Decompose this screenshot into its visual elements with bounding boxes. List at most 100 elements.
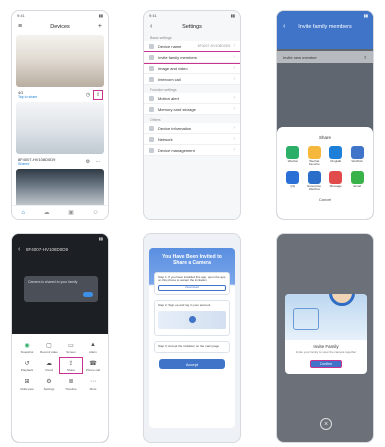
function-item[interactable]: ▢ Record video [38,340,60,354]
invitation-card: You Have Been Invited to Share a Camera … [149,248,235,428]
battery-icon: ▮▮ [98,13,103,18]
share-app[interactable]: Email [348,170,368,192]
more-icon: ⋯ [90,379,96,386]
more-icon[interactable]: ⋯ [94,158,102,166]
camera-sub: Shared [18,162,30,166]
camera-sub[interactable]: Tap to share [18,95,37,99]
header: ‹ 8F4007-HV108D0D9 [12,243,108,256]
function-item[interactable]: ↺ Playback [16,358,38,372]
tab-album[interactable]: ▣ [68,209,74,216]
function-item[interactable]: ☎ Phone call [82,358,104,372]
chevron-right-icon: › [233,95,235,101]
share-app[interactable]: Dingtalk [326,146,346,167]
app-label: Wechat Favorite [308,159,320,167]
page-title: Settings [182,23,202,30]
chevron-right-icon: › [233,147,235,153]
app-label: Email [353,183,361,188]
function-item[interactable]: ▭ Screen [60,340,82,354]
cancel-button[interactable]: Cancel [277,197,373,202]
function-label: More [89,386,97,391]
settings-item-image-video[interactable]: Image and video › [144,63,240,74]
settings-item-intercom[interactable]: Intercom call › [144,74,240,85]
section-title: Others [150,118,161,122]
back-icon[interactable]: ‹ [18,246,20,253]
tab-cloud[interactable]: ☁ [44,209,50,216]
function-label: Share [66,368,75,373]
function-item[interactable]: ⊞ Multi-view [16,377,38,391]
function-label: Alarm [89,350,97,354]
confirm-button[interactable]: Confirm [310,359,342,368]
chevron-right-icon: › [233,106,235,112]
status-bar: 9:41 ▮▮ [12,11,108,20]
email-icon [350,170,364,184]
function-label: Screen [66,350,76,354]
item-label: Invite family members [158,54,197,60]
function-panel: ◉ Snapshot ▢ Record video ▭ Screen ▲ Alarm ↺… [12,334,108,442]
function-item[interactable]: ≣ Timeline [60,377,82,391]
share-app[interactable]: Enterprise WeChat [305,170,325,192]
settings-item-invite-family[interactable]: Invite family members › [144,51,240,64]
invite-row[interactable]: Invite new member ⇪ [277,51,373,63]
battery-icon: ▮▮ [363,13,368,18]
header: ‹ Invite family members [277,20,373,33]
item-label: Device name [158,43,182,49]
function-item[interactable]: ◉ Snapshot [16,340,38,354]
menu-icon[interactable]: ≡ [18,23,22,30]
battery-icon: ▮▮ [98,236,103,241]
camera-icon [293,308,319,330]
invitation-step: Step 3: Accept the invitation on the mai… [154,341,230,354]
live-view-area: ▮▮ ‹ 8F4007-HV108D0D9 Camera is shared t… [12,234,108,336]
share-icon[interactable]: ⇪ [364,55,367,60]
share-sheet: Share Wechat Wechat Favorite Dingtalk We… [277,127,373,219]
close-icon[interactable]: × [320,418,332,430]
function-item[interactable]: ⚙ Settings [38,377,60,391]
section-title: Function settings [150,88,177,92]
settings-icon[interactable]: ⚙ [84,158,92,166]
phone-screen-devices: 9:41 ▮▮ ≡ Devices + 4G Tap to share ◷ ⇪ 8F4… [11,10,109,220]
status-bar: ▮▮ [277,11,373,20]
share-app[interactable]: Wechat Favorite [305,146,325,167]
settings-item-storage[interactable]: Memory card storage › [144,104,240,115]
back-icon[interactable]: ‹ [283,23,285,30]
share-toggle[interactable] [83,292,93,297]
camera-preview[interactable] [16,102,104,154]
alarm-icon: ▲ [90,342,96,348]
playback-icon[interactable]: ◷ [84,91,92,99]
tab-bar: ⌂ ☁ ▣ ☺ [12,205,108,219]
settings-item-device-info[interactable]: Device information › [144,123,240,134]
settings-item-network[interactable]: Network › [144,134,240,145]
share-icon[interactable]: ⇪ [93,89,103,100]
share-icon: ⇪ [68,360,74,367]
share-app[interactable]: Message [326,170,346,192]
settings-item-device-management[interactable]: Device management › [144,145,240,156]
share-app[interactable]: WeWork [348,146,368,167]
timeline-icon: ≣ [68,379,74,386]
function-item-share[interactable]: ⇪ Share [59,357,83,374]
function-item[interactable]: ▲ Alarm [82,340,104,354]
function-item[interactable]: ☁ Cloud [38,358,60,372]
back-icon[interactable]: ‹ [150,23,152,30]
phone-screen-share-sheet: ▮▮ ‹ Invite family members Invite new me… [276,10,374,220]
dingtalk-icon [329,146,343,159]
share-app[interactable]: QQ [283,170,303,192]
share-app[interactable]: Wechat [283,146,303,167]
invitation-step: Step 1: If you have installed this app, … [154,271,230,296]
camera-preview[interactable] [16,35,104,87]
accept-button[interactable]: Accept [159,359,225,370]
tab-me[interactable]: ☺ [93,210,99,216]
item-value: 8F4007-HV108D0D9 [197,44,231,48]
app-label: WeWork [351,159,363,163]
app-label: QQ [290,183,296,188]
function-label: Phone call [85,368,100,373]
chevron-right-icon: › [233,76,235,82]
intercom-icon [149,76,154,82]
settings-item-device-name[interactable]: Device name 8F4007-HV108D0D9 › [144,41,240,52]
settings-item-motion[interactable]: Motion alert › [144,93,240,104]
tab-devices[interactable]: ⌂ [21,210,25,216]
download-button[interactable]: Download [158,285,226,292]
wechat-icon [286,146,300,159]
qq-icon [286,170,300,184]
add-icon[interactable]: + [98,23,102,30]
function-item[interactable]: ⋯ More [82,377,104,391]
illustration [158,311,226,330]
